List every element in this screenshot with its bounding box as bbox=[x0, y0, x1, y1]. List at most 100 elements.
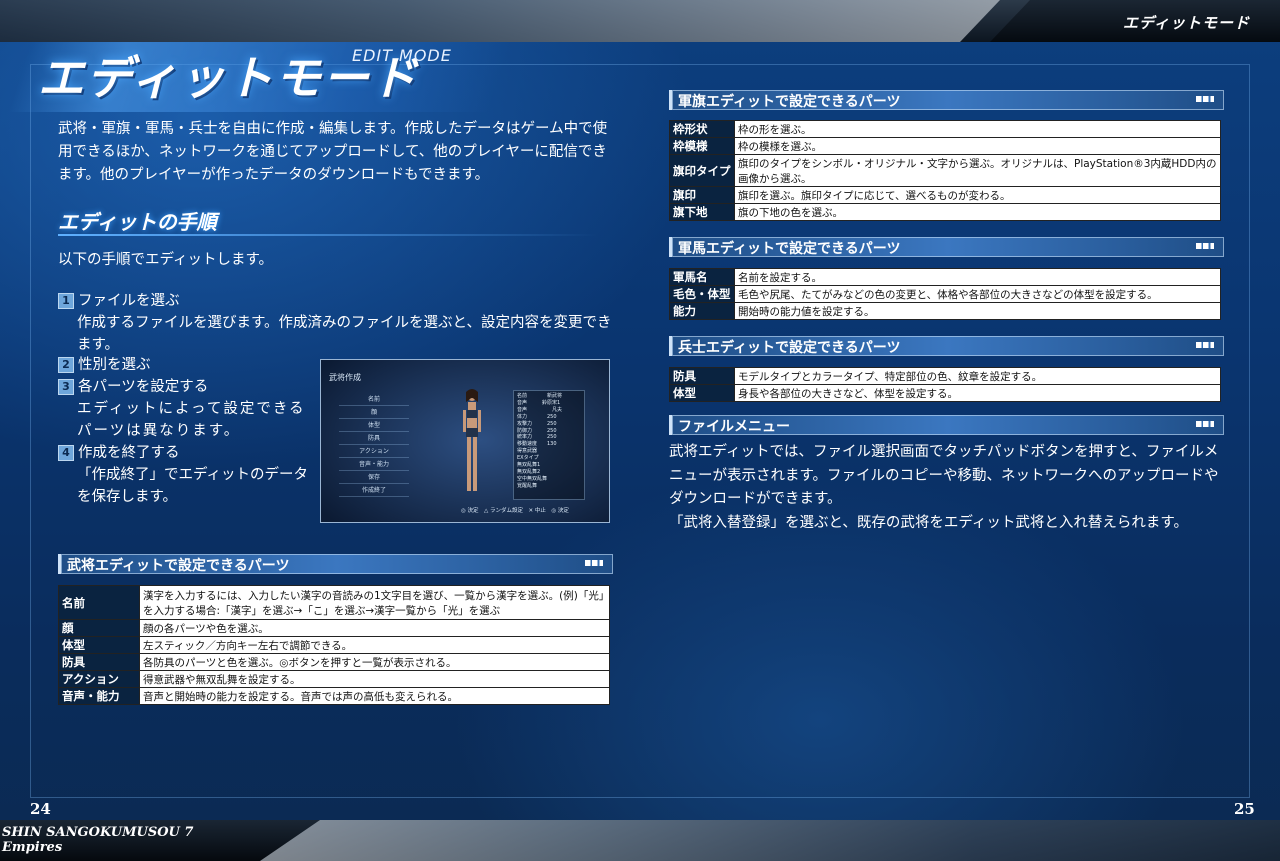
general-table-heading-text: 武将エディットで設定できるパーツ bbox=[67, 558, 290, 574]
screenshot-menu-item: 保存 bbox=[339, 472, 409, 484]
horse-table-heading-text: 軍馬エディットで設定できるパーツ bbox=[678, 241, 901, 257]
step-2: 2 性別を選ぶ bbox=[58, 354, 308, 376]
header-label: エディットモード bbox=[1123, 14, 1250, 32]
table-row: 旗印タイプ 旗印のタイプをシンボル・オリジナル・文字から選ぶ。オリジナルは、Pl… bbox=[669, 154, 1221, 187]
table-key: 旗印タイプ bbox=[669, 154, 735, 187]
table-row: 顔 顔の各パーツや色を選ぶ。 bbox=[58, 619, 610, 637]
table-row: 名前 漢字を入力するには、入力したい漢字の音読みの1文字目を選び、一覧から漢字を… bbox=[58, 585, 610, 620]
table-value: 旗の下地の色を選ぶ。 bbox=[734, 203, 1221, 221]
screenshot-footer: ◎ 決定 △ ランダム設定 ✕ 中止 ◎ 決定 bbox=[461, 508, 569, 514]
screenshot-menu-item: アクション bbox=[339, 446, 409, 458]
table-row: 体型 身長や各部位の大きさなど、体型を設定する。 bbox=[669, 384, 1221, 402]
table-value: 旗印を選ぶ。旗印タイプに応じて、選べるものが変わる。 bbox=[734, 186, 1221, 204]
stat-line: 音声 凡夫 bbox=[517, 406, 563, 413]
step-3: 3 各パーツを設定する エディットによって設定できるパーツは異なります。 bbox=[58, 376, 310, 442]
stat-line: 音声 鈴原宋1 bbox=[517, 399, 561, 406]
table-value: 毛色や尻尾、たてがみなどの色の変更と、体格や各部位の大きさなどの体型を設定する。 bbox=[734, 285, 1221, 303]
step-number: 2 bbox=[58, 357, 74, 373]
table-row: アクション 得意武器や無双乱舞を設定する。 bbox=[58, 670, 610, 688]
table-value: 旗印のタイプをシンボル・オリジナル・文字から選ぶ。オリジナルは、PlayStat… bbox=[734, 154, 1221, 187]
table-key: 名前 bbox=[58, 585, 140, 620]
intro-paragraph: 武将・軍旗・軍馬・兵士を自由に作成・編集します。作成したデータはゲーム中で使用で… bbox=[58, 121, 608, 183]
step-body: 作成するファイルを選びます。作成済みのファイルを選ぶと、設定内容を変更できます。 bbox=[77, 315, 612, 353]
step-body: エディットによって設定できるパーツは異なります。 bbox=[77, 401, 306, 439]
file-menu-paragraph: 「武将入替登録」を選ぶと、既存の武将をエディット武将と入れ替えられます。 bbox=[669, 514, 1188, 531]
file-menu-text: 武将エディットでは、ファイル選択画面でタッチパッドボタンを押すと、ファイルメニュ… bbox=[669, 441, 1229, 535]
table-row: 能力 開始時の能力値を設定する。 bbox=[669, 302, 1221, 320]
bottom-bar-stripe bbox=[260, 820, 1280, 861]
table-value: 名前を設定する。 bbox=[734, 268, 1221, 286]
table-row: 体型 左スティック／方向キー左右で調節できる。 bbox=[58, 636, 610, 654]
flag-table-heading-text: 軍旗エディットで設定できるパーツ bbox=[678, 94, 901, 110]
table-key: 体型 bbox=[58, 636, 140, 654]
screenshot-title: 武将作成 bbox=[329, 373, 361, 382]
page-number-left: 24 bbox=[30, 800, 51, 818]
table-key: 顔 bbox=[58, 619, 140, 637]
top-bar-stripe bbox=[0, 0, 1000, 42]
footer-title: SHIN SANGOKUMUSOU 7 Empires bbox=[2, 825, 194, 855]
step-1: 1 ファイルを選ぶ 作成するファイルを選びます。作成済みのファイルを選ぶと、設定内… bbox=[58, 290, 618, 356]
table-key: アクション bbox=[58, 670, 140, 688]
table-key: 体型 bbox=[669, 384, 735, 402]
procedure-heading: エディットの手順 bbox=[58, 206, 618, 236]
screenshot-menu-item: 音声・能力 bbox=[339, 459, 409, 471]
flag-table-heading: 軍旗エディットで設定できるパーツ bbox=[669, 90, 1224, 110]
flag-parts-table: 枠形状 枠の形を選ぶ。 枠模様 枠の模様を選ぶ。 旗印タイプ 旗印のタイプをシン… bbox=[669, 120, 1221, 221]
stat-line: 攻撃力 250 bbox=[517, 420, 557, 427]
table-row: 枠模様 枠の模様を選ぶ。 bbox=[669, 137, 1221, 155]
horse-table-heading: 軍馬エディットで設定できるパーツ bbox=[669, 237, 1224, 257]
soldier-table-heading-text: 兵士エディットで設定できるパーツ bbox=[678, 340, 901, 356]
page-number-right: 25 bbox=[1234, 800, 1255, 818]
step-number: 4 bbox=[58, 445, 74, 461]
heading-bar-icon bbox=[1196, 421, 1214, 427]
table-key: 毛色・体型 bbox=[669, 285, 735, 303]
step-title: 作成を終了する bbox=[78, 445, 180, 461]
table-value: 左スティック／方向キー左右で調節できる。 bbox=[139, 636, 610, 654]
heading-bar-icon bbox=[1196, 96, 1214, 102]
table-key: 防具 bbox=[58, 653, 140, 671]
general-parts-table: 名前 漢字を入力するには、入力したい漢字の音読みの1文字目を選び、一覧から漢字を… bbox=[58, 585, 610, 705]
screenshot-stats: 名前 新武将 音声 鈴原宋1 音声 凡夫 体力 250 攻撃力 250 防御力 … bbox=[513, 390, 585, 500]
step-title: 各パーツを設定する bbox=[78, 379, 209, 395]
soldier-parts-table: 防具 モデルタイプとカラータイプ、特定部位の色、紋章を設定する。 体型 身長や各… bbox=[669, 367, 1221, 402]
table-key: 枠形状 bbox=[669, 120, 735, 138]
table-key: 旗下地 bbox=[669, 203, 735, 221]
screenshot-menu-item: 作成終了 bbox=[339, 485, 409, 497]
file-menu-heading-text: ファイルメニュー bbox=[678, 419, 790, 435]
table-value: 身長や各部位の大きさなど、体型を設定する。 bbox=[734, 384, 1221, 402]
stat-line: 無双乱舞2 bbox=[517, 468, 551, 475]
table-key: 軍馬名 bbox=[669, 268, 735, 286]
stat-line: 空中無双乱舞 bbox=[517, 475, 548, 482]
screenshot-menu: 名前 顔 体型 防具 アクション 音声・能力 保存 作成終了 bbox=[339, 394, 409, 498]
table-row: 防具 各防具のパーツと色を選ぶ。◎ボタンを押すと一覧が表示される。 bbox=[58, 653, 610, 671]
stat-line: 名前 新武将 bbox=[517, 393, 563, 399]
step-number: 3 bbox=[58, 379, 74, 395]
table-row: 防具 モデルタイプとカラータイプ、特定部位の色、紋章を設定する。 bbox=[669, 367, 1221, 385]
stat-line: 無双乱舞1 bbox=[517, 462, 551, 469]
procedure-intro: 以下の手順でエディットします。 bbox=[58, 252, 274, 268]
step-number: 1 bbox=[58, 293, 74, 309]
screenshot-menu-item: 名前 bbox=[339, 394, 409, 406]
table-row: 音声・能力 音声と開始時の能力を設定する。音声では声の高低も変えられる。 bbox=[58, 687, 610, 705]
procedure-heading-text: エディットの手順 bbox=[58, 210, 217, 234]
table-row: 枠形状 枠の形を選ぶ。 bbox=[669, 120, 1221, 138]
screenshot-menu-item: 顔 bbox=[339, 407, 409, 419]
stat-line: 体力 250 bbox=[517, 413, 557, 420]
table-value: 枠の模様を選ぶ。 bbox=[734, 137, 1221, 155]
table-row: 旗下地 旗の下地の色を選ぶ。 bbox=[669, 203, 1221, 221]
table-value: モデルタイプとカラータイプ、特定部位の色、紋章を設定する。 bbox=[734, 367, 1221, 385]
soldier-table-heading: 兵士エディットで設定できるパーツ bbox=[669, 336, 1224, 356]
table-key: 音声・能力 bbox=[58, 687, 140, 705]
table-value: 音声と開始時の能力を設定する。音声では声の高低も変えられる。 bbox=[139, 687, 610, 705]
table-row: 毛色・体型 毛色や尻尾、たてがみなどの色の変更と、体格や各部位の大きさなどの体型… bbox=[669, 285, 1221, 303]
table-value: 得意武器や無双乱舞を設定する。 bbox=[139, 670, 610, 688]
step-body: 「作成終了」でエディットのデータを保存します。 bbox=[77, 467, 308, 505]
table-key: 防具 bbox=[669, 367, 735, 385]
step-4: 4 作成を終了する 「作成終了」でエディットのデータを保存します。 bbox=[58, 442, 310, 508]
heading-bar-icon bbox=[585, 560, 603, 566]
edit-screenshot: 武将作成 名前 顔 体型 防具 アクション 音声・能力 保存 作成終了 名前 新… bbox=[320, 359, 610, 523]
table-row: 軍馬名 名前を設定する。 bbox=[669, 268, 1221, 286]
step-title: 性別を選ぶ bbox=[78, 357, 151, 373]
screenshot-menu-item: 防具 bbox=[339, 433, 409, 445]
table-key: 枠模様 bbox=[669, 137, 735, 155]
